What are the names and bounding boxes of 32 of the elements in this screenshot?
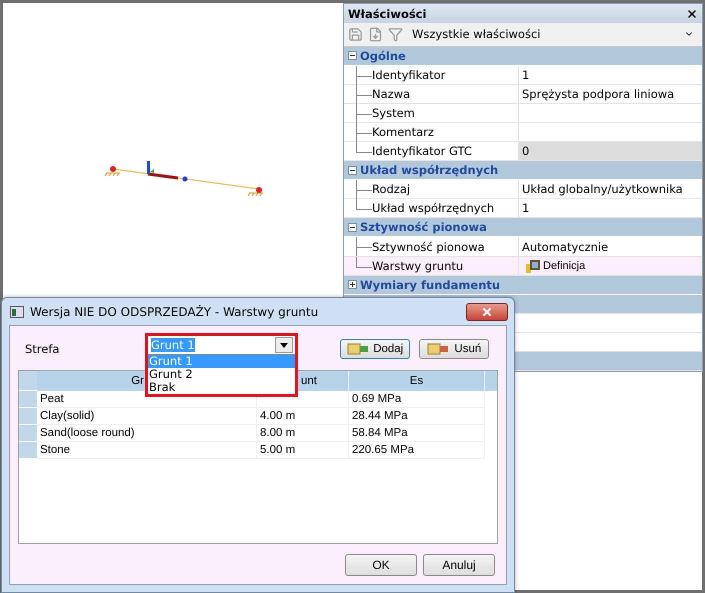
dialog-title: Wersja NIE DO ODSPRZEDAŻY - Warstwy gruntu [30, 304, 320, 318]
table-cell: 5.00 m [257, 442, 349, 459]
group-title: Sztywność pionowa [360, 220, 487, 234]
group-title: Wymiary fundamentu [360, 278, 500, 292]
table-cell: 58.84 MPa [349, 425, 485, 442]
zone-label: Strefa [24, 342, 60, 356]
property-label: Warstwy gruntu [372, 256, 519, 275]
property-value: 1 [521, 200, 530, 218]
panel-title: Właściwości [348, 6, 426, 20]
property-value: 0 [519, 142, 702, 160]
property-value: Sprężysta podpora liniowa [521, 86, 676, 103]
column-header: Es [349, 371, 485, 391]
property-value: 1 [521, 66, 530, 84]
property-label: Układ współrzędnych [372, 199, 519, 218]
group-title: Ogólne [360, 48, 406, 63]
property-label: Sztywność pionowa [372, 237, 519, 256]
table-cell: 8.00 m [257, 425, 349, 442]
table-cell: 0.69 MPa [349, 391, 485, 408]
table-cell: 220.65 MPa [349, 442, 485, 459]
property-label: Identyfikator [372, 66, 519, 84]
property-value: Układ globalny/użytkownika [521, 181, 684, 198]
table-cell: Clay(solid) [37, 408, 257, 425]
table-cell: 4.00 m [257, 408, 349, 425]
group-title: Układ współrzędnych [360, 163, 498, 178]
property-label: Nazwa [372, 84, 519, 104]
table-cell: 28.44 MPa [349, 408, 485, 425]
property-label: System [372, 104, 519, 122]
property-label: Komentarz [372, 123, 519, 142]
property-value: Automatycznie [521, 238, 610, 256]
property-label: Rodzaj [372, 180, 519, 198]
table-cell: Stone [37, 442, 257, 459]
table-cell: Sand(loose round) [37, 425, 257, 442]
